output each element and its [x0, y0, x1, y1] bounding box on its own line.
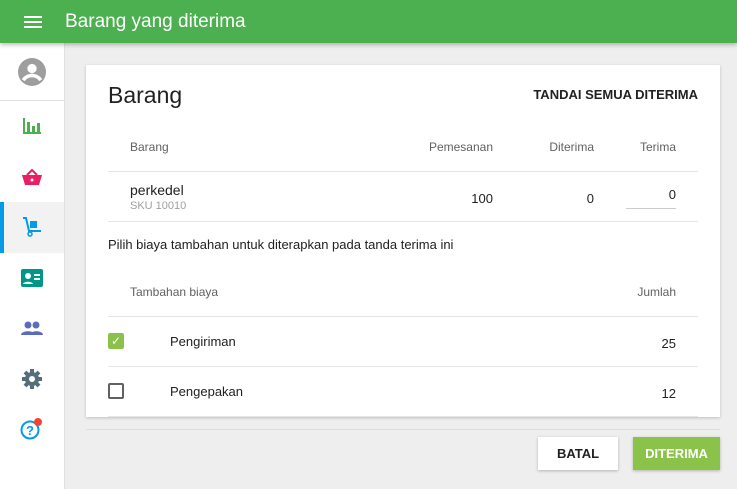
accept-quantity-input[interactable]: 0: [626, 180, 676, 209]
sidebar-item-receiving[interactable]: [0, 202, 64, 253]
fee-name: Pengepakan: [170, 384, 244, 399]
hand-truck-icon: [23, 217, 41, 237]
column-header-ordered: Pemesanan: [428, 140, 493, 154]
people-icon: [21, 321, 43, 336]
fee-checkbox[interactable]: [108, 383, 124, 399]
chart-icon: [23, 118, 41, 135]
card-title: Barang: [108, 82, 183, 108]
sidebar-item-reports[interactable]: [0, 101, 64, 152]
receiving-card: Barang TANDAI SEMUA DITERIMA Barang Peme…: [86, 65, 720, 417]
sidebar-item-settings[interactable]: [0, 354, 64, 405]
column-header-received: Diterima: [549, 140, 594, 154]
account-icon: [18, 57, 46, 86]
item-received: 0: [586, 191, 594, 206]
cancel-button[interactable]: BATAL: [538, 437, 618, 470]
page-title: Barang yang diterima: [65, 10, 246, 32]
sidebar-item-contacts[interactable]: [0, 253, 64, 304]
fee-checkbox-checked[interactable]: ✓: [108, 333, 124, 349]
column-header-item: Barang: [130, 140, 169, 154]
id-card-icon: [21, 268, 43, 287]
confirm-received-button[interactable]: DITERIMA: [633, 437, 720, 470]
items-table-header: Barang Pemesanan Diterima Terima: [108, 130, 698, 172]
fee-row: ✓ Pengiriman 25: [108, 317, 698, 367]
help-icon: ?: [20, 418, 42, 440]
item-ordered: 100: [471, 191, 493, 206]
column-header-accept: Terima: [639, 140, 676, 154]
gear-icon: [22, 368, 42, 389]
basket-icon: [22, 168, 42, 185]
divider: [86, 429, 720, 430]
menu-icon[interactable]: [24, 13, 42, 31]
fee-name: Pengiriman: [170, 334, 236, 349]
column-header-fee: Tambahan biaya: [130, 285, 219, 299]
fees-prompt: Pilih biaya tambahan untuk diterapkan pa…: [108, 237, 454, 252]
column-header-amount: Jumlah: [637, 285, 676, 299]
avatar[interactable]: [0, 43, 64, 101]
sidebar-item-users[interactable]: [0, 303, 64, 354]
item-name: perkedel: [130, 182, 184, 198]
sidebar-item-sales[interactable]: [0, 152, 64, 203]
fee-amount: 12: [661, 386, 676, 401]
mark-all-received-button[interactable]: TANDAI SEMUA DITERIMA: [533, 87, 698, 102]
app-bar: Barang yang diterima: [0, 0, 737, 43]
svg-text:?: ?: [26, 423, 34, 438]
fees-table-header: Tambahan biaya Jumlah: [108, 275, 698, 317]
sidebar: ?: [0, 43, 65, 489]
table-row: perkedel SKU 10010 100 0 0: [108, 172, 698, 222]
item-sku: SKU 10010: [130, 200, 187, 212]
fee-amount: 25: [661, 336, 676, 351]
sidebar-item-help[interactable]: ?: [0, 404, 64, 455]
fee-row: Pengepakan 12: [108, 367, 698, 417]
